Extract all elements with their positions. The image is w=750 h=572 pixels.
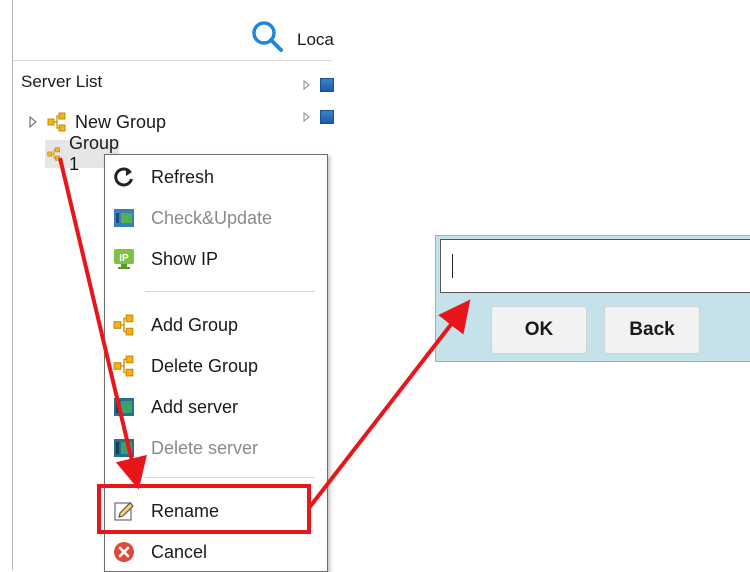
tree-item-label: New Group bbox=[75, 111, 167, 132]
menu-item-label: Delete server bbox=[151, 438, 259, 458]
expand-arrow-icon[interactable] bbox=[302, 112, 312, 122]
menu-item-refresh[interactable]: Refresh bbox=[105, 157, 327, 195]
group-icon bbox=[47, 147, 60, 161]
monitor-icon bbox=[320, 78, 334, 92]
rename-input[interactable] bbox=[440, 239, 750, 293]
server-icon bbox=[114, 439, 134, 457]
context-menu: Refresh Check&Update IP Show IP Add Grou… bbox=[104, 154, 328, 572]
monitor-icon bbox=[320, 110, 334, 124]
rename-dialog: OK Back bbox=[435, 235, 750, 362]
menu-item-label: Refresh bbox=[151, 167, 215, 187]
group-icon bbox=[113, 355, 134, 377]
search-icon[interactable] bbox=[251, 20, 285, 54]
local-row[interactable] bbox=[302, 108, 334, 126]
menu-item-delete-server[interactable]: Delete server bbox=[105, 428, 327, 466]
menu-item-cancel[interactable]: Cancel bbox=[105, 532, 327, 570]
group-icon bbox=[47, 112, 66, 132]
menu-item-add-group[interactable]: Add Group bbox=[105, 305, 327, 343]
local-row[interactable] bbox=[302, 76, 334, 94]
menu-item-rename[interactable]: Rename bbox=[105, 491, 327, 529]
menu-item-label: Show IP bbox=[151, 249, 219, 269]
refresh-icon bbox=[114, 167, 133, 187]
menu-item-label: Rename bbox=[151, 501, 220, 521]
expand-arrow-icon[interactable] bbox=[27, 116, 39, 128]
check-update-icon bbox=[114, 209, 134, 227]
menu-divider bbox=[145, 291, 315, 292]
ok-button[interactable]: OK bbox=[491, 306, 587, 354]
menu-item-show-ip[interactable]: IP Show IP bbox=[105, 239, 327, 277]
menu-item-check-update[interactable]: Check&Update bbox=[105, 198, 327, 236]
menu-item-label: Delete Group bbox=[151, 356, 259, 376]
ip-icon: IP bbox=[114, 249, 134, 269]
local-panel-title: Loca bbox=[297, 30, 334, 49]
menu-item-label: Add Group bbox=[151, 315, 239, 335]
menu-divider bbox=[145, 477, 315, 478]
tree-item-new-group[interactable]: New Group bbox=[27, 108, 166, 136]
back-button[interactable]: Back bbox=[604, 306, 700, 354]
svg-text:IP: IP bbox=[119, 253, 129, 264]
menu-item-label: Check&Update bbox=[151, 208, 273, 228]
local-panel-header: Loca bbox=[286, 0, 334, 61]
cancel-icon bbox=[114, 542, 134, 562]
pencil-icon bbox=[114, 502, 134, 521]
expand-arrow-icon[interactable] bbox=[302, 80, 312, 90]
menu-item-add-server[interactable]: Add server bbox=[105, 387, 327, 425]
menu-item-label: Add server bbox=[151, 397, 239, 417]
text-caret bbox=[452, 254, 453, 278]
menu-item-label: Cancel bbox=[151, 542, 208, 562]
group-icon bbox=[113, 314, 134, 336]
server-icon bbox=[114, 398, 134, 416]
panel-title: Server List bbox=[21, 72, 103, 91]
menu-item-delete-group[interactable]: Delete Group bbox=[105, 346, 327, 384]
search-bar bbox=[13, 0, 286, 61]
